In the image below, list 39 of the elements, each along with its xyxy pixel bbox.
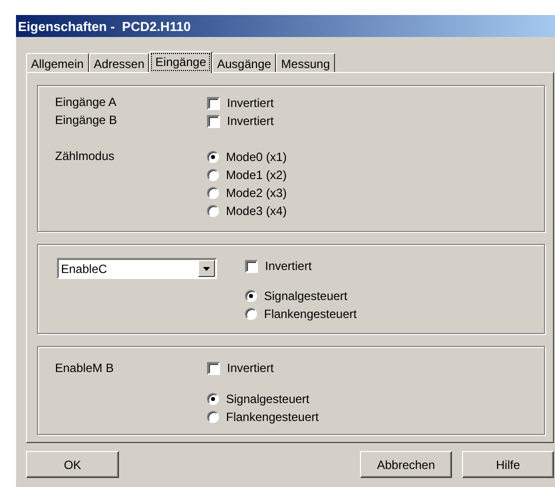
checkbox[interactable] (245, 260, 258, 272)
dialog-button[interactable]: Hilfe (462, 451, 554, 478)
radio-button[interactable] (207, 187, 219, 199)
radio-button[interactable] (207, 169, 219, 181)
radio-button[interactable] (207, 411, 219, 423)
radio-button[interactable] (245, 308, 257, 320)
radio-label[interactable]: Signalgesteuert (264, 289, 348, 303)
radio-button[interactable] (245, 290, 257, 302)
radio-label[interactable]: Signalgesteuert (226, 392, 310, 406)
tab[interactable]: Allgemein (26, 53, 89, 72)
checkbox-label[interactable]: Invertiert (265, 259, 312, 273)
dialog-button[interactable]: Abbrechen (360, 451, 452, 478)
checkbox-label[interactable]: Invertiert (227, 114, 274, 128)
radio-button[interactable] (207, 151, 219, 163)
checkbox[interactable] (207, 362, 220, 374)
dropdown[interactable]: EnableC (57, 258, 217, 279)
radio-label[interactable]: Flankengesteuert (264, 307, 357, 321)
caret-icon (203, 266, 210, 270)
dialog-button[interactable]: OK (26, 451, 119, 478)
field-label: EnableM B (55, 360, 115, 376)
radio-button[interactable] (207, 205, 219, 217)
checkbox[interactable] (207, 114, 220, 128)
radio-label[interactable]: Flankengesteuert (226, 410, 319, 424)
tab[interactable]: Ausgänge (212, 53, 276, 72)
radio-label[interactable]: Mode1 (x2) (226, 168, 287, 182)
field-label: Zählmodus (55, 148, 116, 164)
tab[interactable]: Eingänge (149, 51, 212, 73)
field-label: Eingänge A (55, 94, 118, 111)
window-title: Eigenschaften - PCD2.H110 (16, 15, 555, 37)
tab[interactable]: Adressen (88, 53, 150, 72)
radio-button[interactable] (207, 393, 219, 405)
checkbox[interactable] (207, 96, 220, 110)
radio-label[interactable]: Mode2 (x3) (226, 186, 287, 200)
checkbox-label[interactable]: Invertiert (227, 361, 274, 375)
radio-label[interactable]: Mode3 (x4) (226, 204, 287, 218)
checkbox-label[interactable]: Invertiert (227, 96, 274, 110)
tab[interactable]: Messung (276, 53, 335, 72)
field-label: Eingänge B (55, 112, 118, 129)
radio-label[interactable]: Mode0 (x1) (226, 150, 287, 164)
